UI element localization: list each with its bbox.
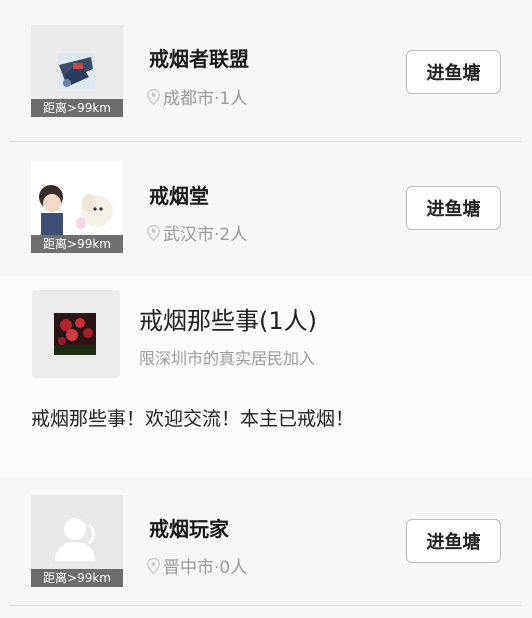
enter-pond-button[interactable]: 进鱼塘 [406,186,501,230]
group-description: 戒烟那些事！欢迎交流！本主已戒烟！ [31,408,355,430]
distance-tag: 距离>99km [31,235,123,253]
pond-thumbnail[interactable]: 距离>99km [31,161,123,253]
pond-location: 晋中市·0人 [147,553,247,578]
divider [10,605,522,606]
location-text: 晋中市·0人 [163,558,248,578]
pond-name: 戒烟者联盟 [149,47,249,71]
location-text: 成都市·1人 [163,89,248,109]
location-text: 武汉市·2人 [163,225,248,245]
distance-tag: 距离>99km [31,569,123,587]
enter-pond-button[interactable]: 进鱼塘 [406,50,501,94]
group-restriction: 限深圳市的真实居民加入 [139,349,316,368]
distance-tag: 距离>99km [31,99,123,117]
map-pin-icon [147,88,160,105]
group-photo [54,313,96,355]
pond-location: 成都市·1人 [147,84,247,109]
pond-list-page: 距离>99km 戒烟者联盟 成都市·1人 进鱼塘 距离>99km 戒烟堂 武汉市… [0,0,532,618]
pond-location: 武汉市·2人 [147,220,247,245]
pond-thumbnail[interactable]: 距离>99km [31,25,123,117]
map-pin-icon [147,224,160,241]
pond-name: 戒烟玩家 [149,517,229,541]
enter-pond-button[interactable]: 进鱼塘 [406,519,501,563]
map-pin-icon [147,557,160,574]
pond-thumbnail[interactable]: 距离>99km [31,495,123,587]
pond-name: 戒烟堂 [149,184,209,208]
group-title: 戒烟那些事(1人) [139,307,317,335]
